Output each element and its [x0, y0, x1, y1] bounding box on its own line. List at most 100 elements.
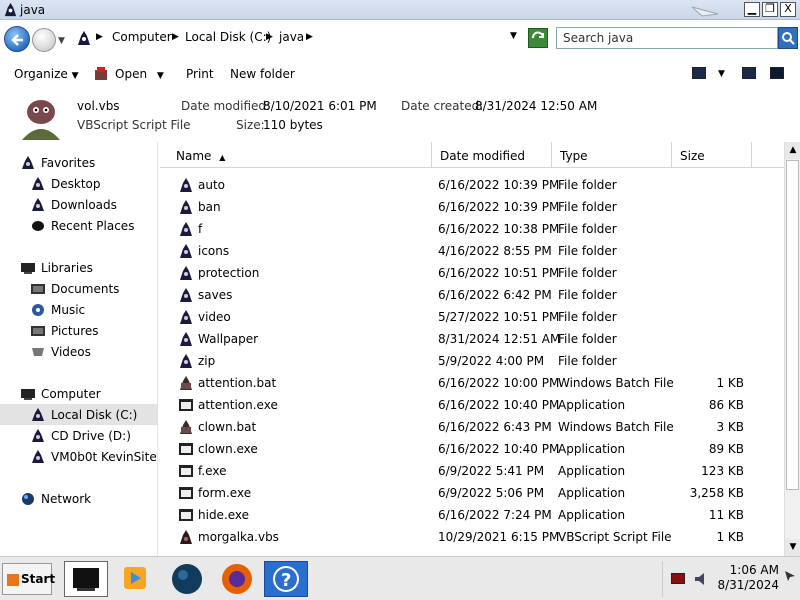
taskbar-app-media-player[interactable] [114, 561, 158, 597]
file-row[interactable]: saves 6/16/2022 6:42 PM File folder [160, 284, 784, 306]
nav-item-network[interactable]: Network [0, 488, 158, 509]
change-view-icon[interactable] [692, 67, 706, 79]
column-header-type[interactable]: Type [552, 142, 672, 168]
tray-app-icon[interactable] [671, 573, 685, 584]
file-row[interactable]: form.exe 6/9/2022 5:06 PM Application 3,258… [160, 482, 784, 504]
crumb-separator-icon[interactable]: ▶ [96, 32, 103, 42]
breadcrumb-computer[interactable]: Computer [112, 30, 172, 44]
file-row[interactable]: zip 5/9/2022 4:00 PM File folder [160, 350, 784, 372]
nav-item-cd-drive-d[interactable]: CD Drive (D:) [0, 425, 158, 446]
system-tray: 1:06 AM 8/31/2024 [662, 561, 798, 597]
vertical-scrollbar[interactable]: ▲ ▼ [784, 142, 800, 556]
file-date-modified: 5/27/2022 10:51 PM [438, 310, 560, 324]
sort-ascending-icon: ▲ [219, 153, 226, 162]
file-row[interactable]: morgalka.vbs 10/29/2021 6:15 PM VBScript S… [160, 526, 784, 548]
organize-button[interactable]: Organize ▼ [14, 67, 79, 81]
scroll-down-icon[interactable]: ▼ [785, 539, 800, 556]
file-row[interactable]: protection 6/16/2022 10:51 PM File folder [160, 262, 784, 284]
taskbar-app-firefox[interactable] [216, 561, 260, 597]
file-row[interactable]: auto 6/16/2022 10:39 PM File folder [160, 174, 784, 196]
speaker-icon[interactable] [693, 571, 709, 587]
nav-item-documents[interactable]: Documents [0, 278, 158, 299]
file-date-modified: 6/16/2022 10:38 PM [438, 222, 560, 236]
nav-item-label: Network [41, 492, 92, 506]
file-row[interactable]: Wallpaper 8/31/2024 12:51 AM File folder [160, 328, 784, 350]
file-row[interactable]: ban 6/16/2022 10:39 PM File folder [160, 196, 784, 218]
column-header-size[interactable]: Size [672, 142, 752, 168]
file-date-modified: 6/16/2022 10:51 PM [438, 266, 560, 280]
cd-drive-icon [32, 429, 44, 442]
file-type: File folder [558, 288, 617, 302]
details-date-created: 8/31/2024 12:50 AM [475, 99, 598, 113]
nav-item-favorites[interactable]: Favorites [0, 152, 158, 173]
crumb-separator-icon[interactable]: ▶ [266, 32, 273, 42]
nav-item-pictures[interactable]: Pictures [0, 320, 158, 341]
location-icon [78, 31, 90, 45]
address-dropdown-icon[interactable]: ▼ [510, 31, 517, 41]
address-bar-row: ▼ ▶ Computer ▶ Local Disk (C:) ▶ java ▶ … [0, 20, 800, 58]
network-drive-icon [32, 450, 44, 463]
clock[interactable]: 1:06 AM 8/31/2024 [709, 563, 779, 593]
nav-item-libraries[interactable]: Libraries [0, 257, 158, 278]
file-date-modified: 6/16/2022 10:00 PM [438, 376, 560, 390]
file-date-modified: 10/29/2021 6:15 PM [438, 530, 560, 544]
help-toolbar-icon[interactable] [770, 67, 784, 79]
minimize-button[interactable]: ▁ [744, 2, 760, 17]
details-size: 110 bytes [263, 118, 323, 132]
breadcrumb-local-disk[interactable]: Local Disk (C:) [185, 30, 271, 44]
history-dropdown-icon[interactable]: ▼ [58, 36, 65, 46]
open-app-icon [95, 67, 107, 80]
computer-icon [21, 389, 35, 400]
column-header-name[interactable]: Name ▲ [168, 142, 432, 168]
print-button[interactable]: Print [186, 67, 214, 81]
restore-button[interactable]: ❐ [762, 2, 778, 17]
nav-item-recent-places[interactable]: Recent Places [0, 215, 158, 236]
scrollbar-thumb[interactable] [786, 160, 799, 490]
taskbar-app-computer[interactable] [64, 561, 108, 597]
file-row[interactable]: f 6/16/2022 10:38 PM File folder [160, 218, 784, 240]
search-button[interactable] [778, 27, 798, 49]
address-box[interactable]: ▶ Computer ▶ Local Disk (C:) ▶ java ▶ [72, 27, 552, 49]
file-type: File folder [558, 200, 617, 214]
file-row[interactable]: f.exe 6/9/2022 5:41 PM Application 123 KB [160, 460, 784, 482]
close-button[interactable]: X [780, 2, 796, 17]
breadcrumb-java[interactable]: java [279, 30, 304, 44]
file-name: attention.bat [198, 376, 277, 390]
refresh-button[interactable] [528, 28, 548, 48]
scroll-up-icon[interactable]: ▲ [785, 142, 800, 159]
new-folder-button[interactable]: New folder [230, 67, 295, 81]
file-name: attention.exe [198, 398, 278, 412]
navigation-pane: Favorites Desktop Downloads Recent Places Li… [0, 142, 158, 556]
file-row[interactable]: icons 4/16/2022 8:55 PM File folder [160, 240, 784, 262]
file-date-modified: 6/16/2022 10:40 PM [438, 442, 560, 456]
forward-button[interactable] [32, 28, 56, 52]
file-row[interactable]: clown.bat 6/16/2022 6:43 PM Windows Batch … [160, 416, 784, 438]
taskbar-app-globe[interactable] [166, 561, 210, 597]
nav-item-downloads[interactable]: Downloads [0, 194, 158, 215]
back-button[interactable] [4, 26, 30, 52]
view-options-dropdown-icon[interactable]: ▼ [718, 69, 725, 79]
start-button[interactable]: Start [2, 563, 55, 595]
nav-item-desktop[interactable]: Desktop [0, 173, 158, 194]
column-header-date[interactable]: Date modified [432, 142, 552, 168]
file-row[interactable]: attention.bat 6/16/2022 10:00 PM Windows B… [160, 372, 784, 394]
file-row[interactable]: attention.exe 6/16/2022 10:40 PM Applicati… [160, 394, 784, 416]
nav-item-local-disk-c[interactable]: Local Disk (C:) [0, 404, 158, 425]
title-bar[interactable]: java ▁ ❐ X [0, 0, 800, 20]
file-row[interactable]: video 5/27/2022 10:51 PM File folder [160, 306, 784, 328]
file-row[interactable]: clown.exe 6/16/2022 10:40 PM Application 89… [160, 438, 784, 460]
nav-item-music[interactable]: Music [0, 299, 158, 320]
pictures-icon [31, 326, 45, 336]
nav-item-computer[interactable]: Computer [0, 383, 158, 404]
search-input[interactable]: Search java [556, 27, 778, 49]
file-row[interactable]: hide.exe 6/16/2022 7:24 PM Application 11 K… [160, 504, 784, 526]
show-desktop-icon[interactable] [783, 569, 797, 583]
crumb-separator-icon[interactable]: ▶ [172, 32, 179, 42]
taskbar-app-help[interactable]: ? [264, 561, 308, 597]
network-icon [22, 493, 34, 505]
preview-pane-icon[interactable] [742, 67, 756, 79]
nav-item-videos[interactable]: Videos [0, 341, 158, 362]
nav-item-vm0b0t-kevinsite[interactable]: VM0b0t KevinSite [0, 446, 158, 467]
open-button[interactable]: Open ▼ [115, 67, 164, 81]
crumb-separator-icon[interactable]: ▶ [306, 32, 313, 42]
